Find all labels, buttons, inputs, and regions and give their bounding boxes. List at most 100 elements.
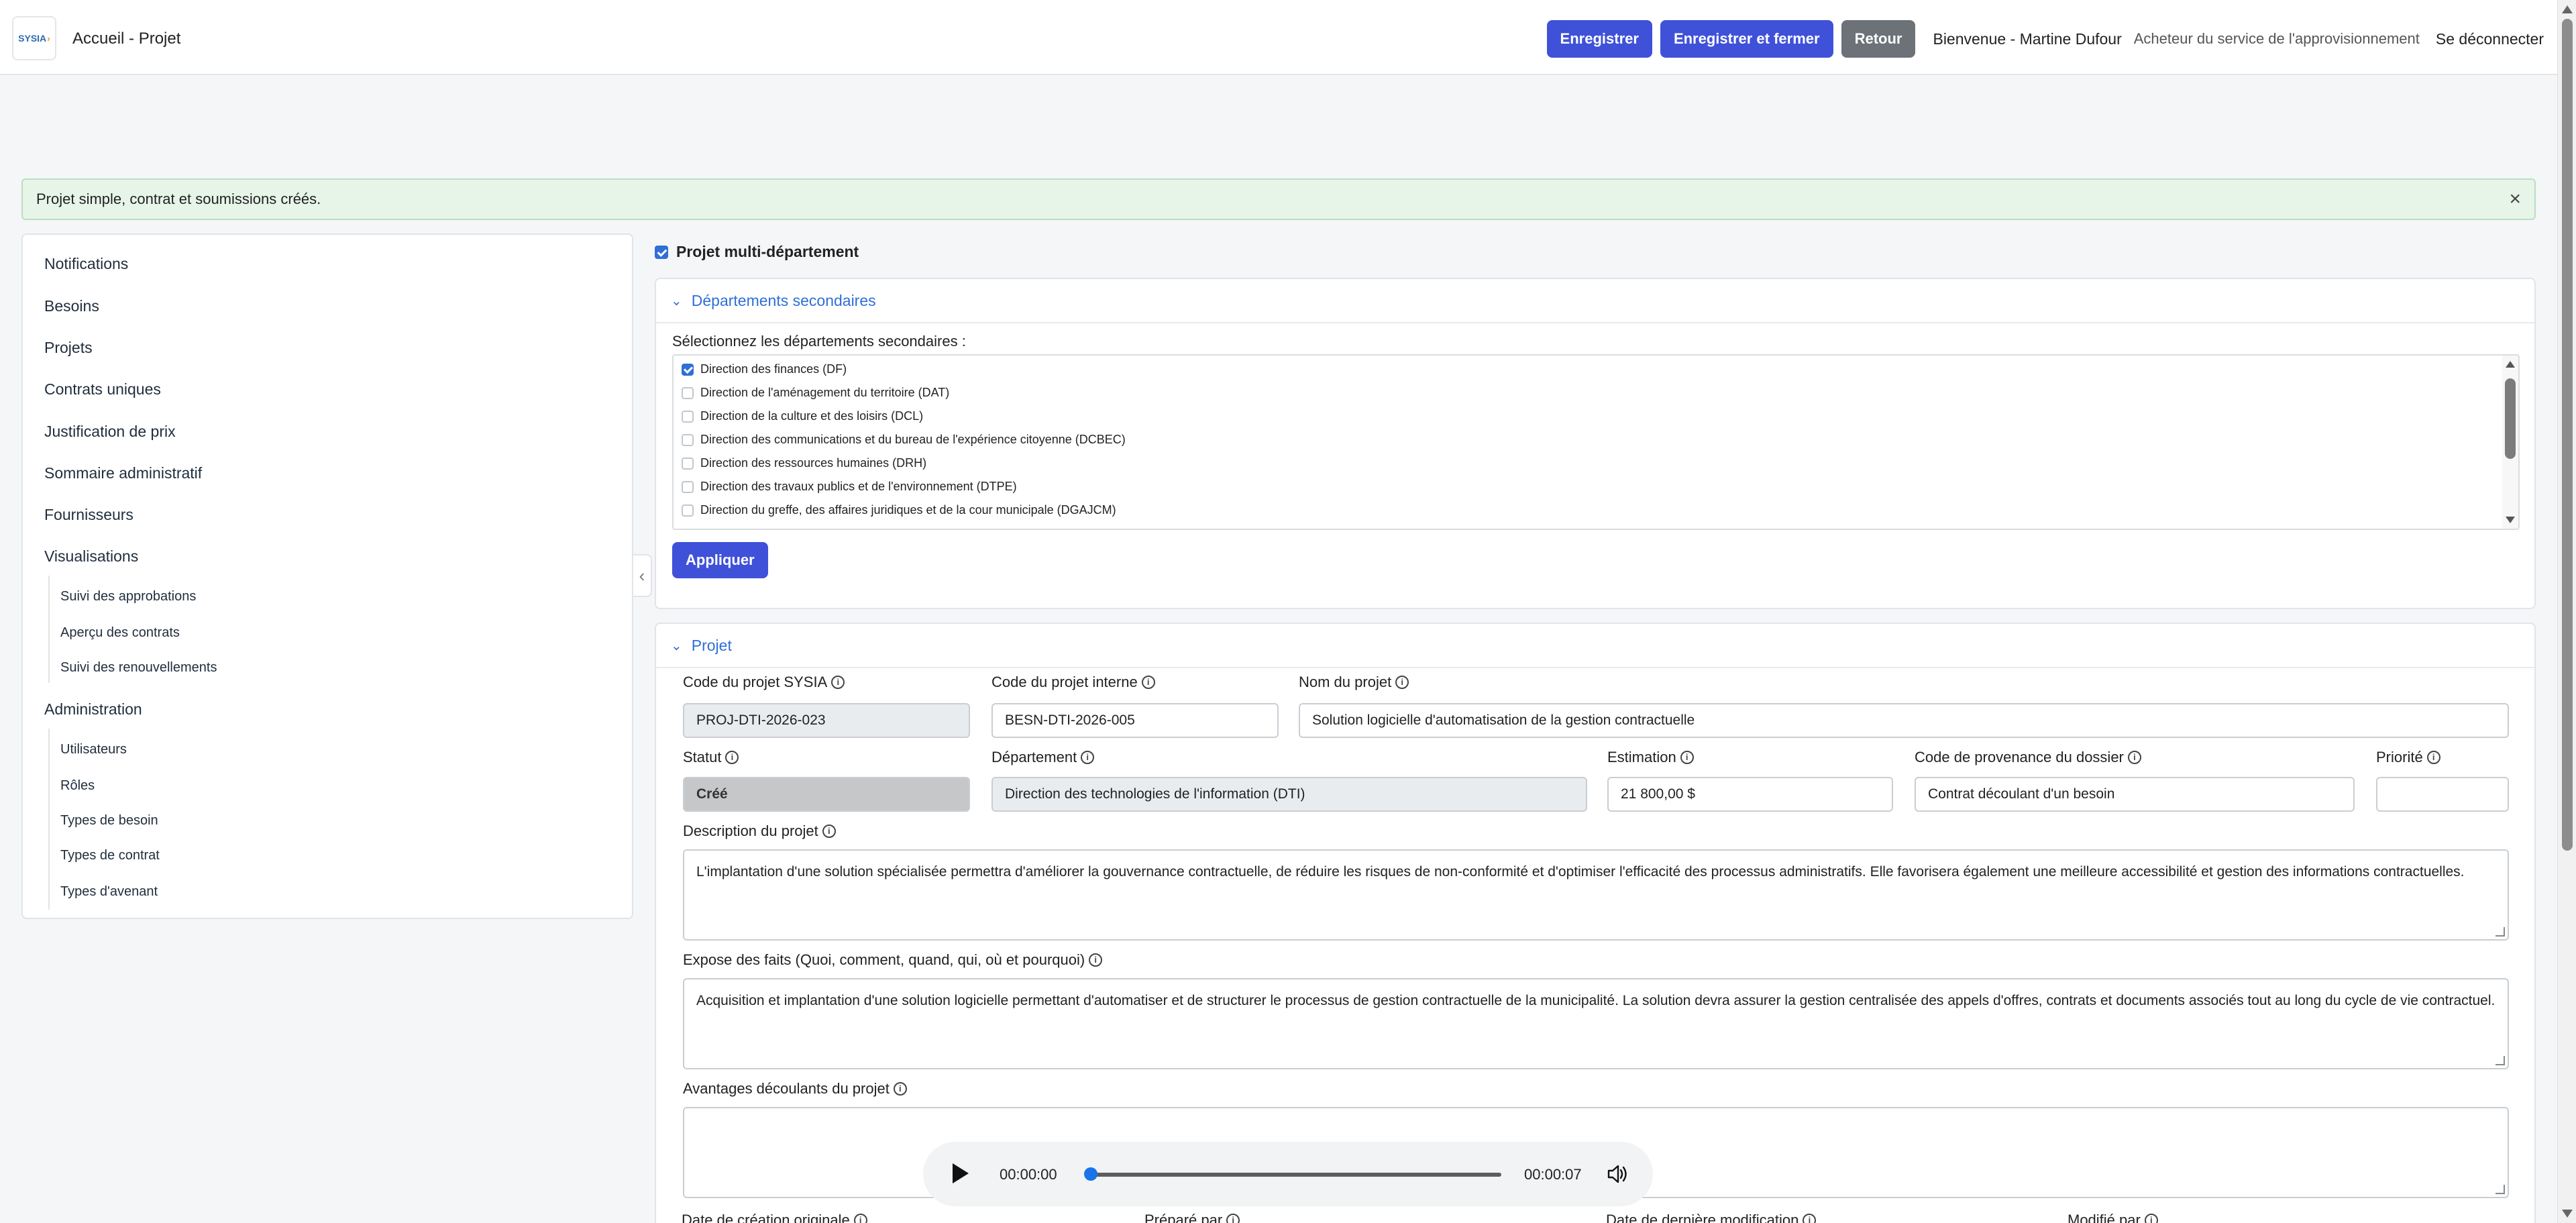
department-option[interactable]: Direction des communications et du burea… xyxy=(682,433,1126,447)
scroll-thumb[interactable] xyxy=(2562,19,2573,851)
apply-button[interactable]: Appliquer xyxy=(672,542,768,578)
save-close-button[interactable]: Enregistrer et fermer xyxy=(1660,20,1833,58)
info-circle-icon[interactable]: i xyxy=(1226,1214,1240,1223)
info-circle-icon[interactable]: i xyxy=(853,1214,867,1223)
audio-player: 00:00:00 00:00:07 xyxy=(923,1142,1653,1206)
checkbox-icon[interactable] xyxy=(682,504,694,517)
back-button[interactable]: Retour xyxy=(1841,20,1916,58)
department-option[interactable]: Direction de la culture et des loisirs (… xyxy=(682,409,923,423)
sidebar-sub-suivi-approbations[interactable]: Suivi des approbations xyxy=(60,589,196,604)
sidebar-item-sommaire[interactable]: Sommaire administratif xyxy=(44,464,202,482)
sidebar-item-besoins[interactable]: Besoins xyxy=(44,297,99,315)
audio-progress-knob[interactable] xyxy=(1084,1167,1097,1181)
department-option[interactable]: Direction des travaux publics et de l'en… xyxy=(682,480,1017,494)
resize-grip-icon[interactable] xyxy=(2496,927,2505,937)
audio-progress-track[interactable] xyxy=(1089,1173,1501,1177)
audio-duration: 00:00:07 xyxy=(1524,1166,1582,1183)
department-label: Direction de l'aménagement du territoire… xyxy=(700,386,950,399)
info-circle-icon[interactable]: i xyxy=(831,676,845,689)
code-interne-field[interactable]: BESN-DTI-2026-005 xyxy=(991,703,1279,738)
department-option[interactable]: Direction des finances (DF) xyxy=(682,362,847,376)
nom-projet-label: Nom du projet i xyxy=(1299,674,1409,691)
secondary-departments-header[interactable]: ⌄ Départements secondaires xyxy=(656,279,2534,323)
checkbox-icon[interactable] xyxy=(682,457,694,470)
priorite-field[interactable] xyxy=(2376,777,2509,812)
checkbox-icon[interactable] xyxy=(682,363,694,376)
department-option[interactable]: Direction de l'aménagement du territoire… xyxy=(682,386,949,400)
sidebar-item-administration[interactable]: Administration xyxy=(44,700,142,719)
logo-swoosh: › xyxy=(47,33,50,44)
checkbox-icon[interactable] xyxy=(655,245,668,259)
submenu-guide xyxy=(48,576,50,683)
sidebar-sub-types-contrat[interactable]: Types de contrat xyxy=(60,848,160,863)
expose-label: Expose des faits (Quoi, comment, quand, … xyxy=(683,951,1103,969)
resize-grip-icon[interactable] xyxy=(2496,1056,2505,1065)
info-circle-icon[interactable]: i xyxy=(1395,676,1409,689)
scroll-down-icon[interactable] xyxy=(2562,1210,2573,1218)
scroll-thumb[interactable] xyxy=(2505,378,2516,459)
logout-link[interactable]: Se déconnecter xyxy=(2436,30,2544,48)
sidebar-item-visualisations[interactable]: Visualisations xyxy=(44,547,138,566)
estimation-field[interactable]: 21 800,00 $ xyxy=(1607,777,1893,812)
success-alert: Projet simple, contrat et soumissions cr… xyxy=(21,178,2536,220)
info-circle-icon[interactable]: i xyxy=(1089,953,1103,967)
expose-textarea[interactable]: Acquisition et implantation d'une soluti… xyxy=(683,978,2509,1069)
description-text: L'implantation d'une solution spécialisé… xyxy=(696,864,2465,880)
chevron-down-icon: ⌄ xyxy=(671,638,682,653)
info-circle-icon[interactable]: i xyxy=(1803,1214,1817,1223)
description-textarea[interactable]: L'implantation d'une solution spécialisé… xyxy=(683,849,2509,941)
department-option[interactable]: Direction du greffe, des affaires juridi… xyxy=(682,503,1116,517)
select-departments-label: Sélectionnez les départements secondaire… xyxy=(672,333,966,350)
scroll-down-icon[interactable] xyxy=(2506,517,2515,523)
department-option[interactable]: Direction des ressources humaines (DRH) xyxy=(682,456,926,470)
info-circle-icon[interactable]: i xyxy=(725,751,739,764)
info-circle-icon[interactable]: i xyxy=(893,1082,907,1096)
checkbox-icon[interactable] xyxy=(682,480,694,493)
info-circle-icon[interactable]: i xyxy=(822,825,836,838)
info-circle-icon[interactable]: i xyxy=(2426,751,2440,764)
sidebar-sub-apercu-contrats[interactable]: Aperçu des contrats xyxy=(60,625,180,641)
info-circle-icon[interactable]: i xyxy=(2144,1214,2158,1223)
sidebar-sub-types-avenant[interactable]: Types d'avenant xyxy=(60,884,158,900)
alert-message: Projet simple, contrat et soumissions cr… xyxy=(36,191,321,207)
sidebar-item-fournisseurs[interactable]: Fournisseurs xyxy=(44,506,133,524)
close-icon[interactable]: × xyxy=(2509,189,2521,209)
provenance-field[interactable]: Contrat découlant d'un besoin xyxy=(1915,777,2355,812)
volume-icon[interactable] xyxy=(1606,1162,1629,1186)
sidebar-item-contrats[interactable]: Contrats uniques xyxy=(44,380,161,398)
sidebar-item-projets[interactable]: Projets xyxy=(44,339,93,357)
chevron-left-icon[interactable]: ‹ xyxy=(633,554,652,597)
department-label: Direction des ressources humaines (DRH) xyxy=(700,456,927,470)
page-scrollbar[interactable] xyxy=(2557,0,2576,1223)
info-circle-icon[interactable]: i xyxy=(2127,751,2141,764)
info-circle-icon[interactable]: i xyxy=(1680,751,1694,764)
secondary-departments-panel: ⌄ Départements secondaires Sélectionnez … xyxy=(655,278,2536,609)
list-scrollbar[interactable] xyxy=(2502,356,2518,529)
department-label: Direction des finances (DF) xyxy=(700,362,847,376)
scroll-up-icon[interactable] xyxy=(2562,5,2573,13)
secondary-departments-title: Départements secondaires xyxy=(691,291,876,309)
save-button[interactable]: Enregistrer xyxy=(1546,20,1652,58)
resize-grip-icon[interactable] xyxy=(2496,1185,2505,1194)
sidebar-item-justification[interactable]: Justification de prix xyxy=(44,423,176,441)
checkbox-icon[interactable] xyxy=(682,410,694,423)
play-icon[interactable] xyxy=(953,1163,969,1183)
sidebar-sub-types-besoin[interactable]: Types de besoin xyxy=(60,813,158,829)
nom-projet-field[interactable]: Solution logicielle d'automatisation de … xyxy=(1299,703,2509,738)
app-logo[interactable]: SYSIA › xyxy=(12,16,56,60)
info-circle-icon[interactable]: i xyxy=(1081,751,1095,764)
checkbox-icon[interactable] xyxy=(682,386,694,399)
info-circle-icon[interactable]: i xyxy=(1141,676,1155,689)
project-header[interactable]: ⌄ Projet xyxy=(656,624,2534,668)
checkbox-icon[interactable] xyxy=(682,433,694,446)
departments-list[interactable]: Direction des finances (DF) Direction de… xyxy=(672,354,2520,530)
sidebar-sub-roles[interactable]: Rôles xyxy=(60,778,95,794)
sidebar-sub-suivi-renouvellements[interactable]: Suivi des renouvellements xyxy=(60,660,217,676)
sidebar-item-notifications[interactable]: Notifications xyxy=(44,255,128,273)
sidebar: Notifications Besoins Projets Contrats u… xyxy=(21,233,633,919)
scroll-up-icon[interactable] xyxy=(2506,361,2515,368)
project-panel: ⌄ Projet Code du projet SYSIA i PROJ-DTI-… xyxy=(655,623,2536,1223)
breadcrumb[interactable]: Accueil - Projet xyxy=(72,30,180,48)
sidebar-sub-utilisateurs[interactable]: Utilisateurs xyxy=(60,742,127,757)
multi-department-checkbox[interactable]: Projet multi-département xyxy=(655,243,859,261)
